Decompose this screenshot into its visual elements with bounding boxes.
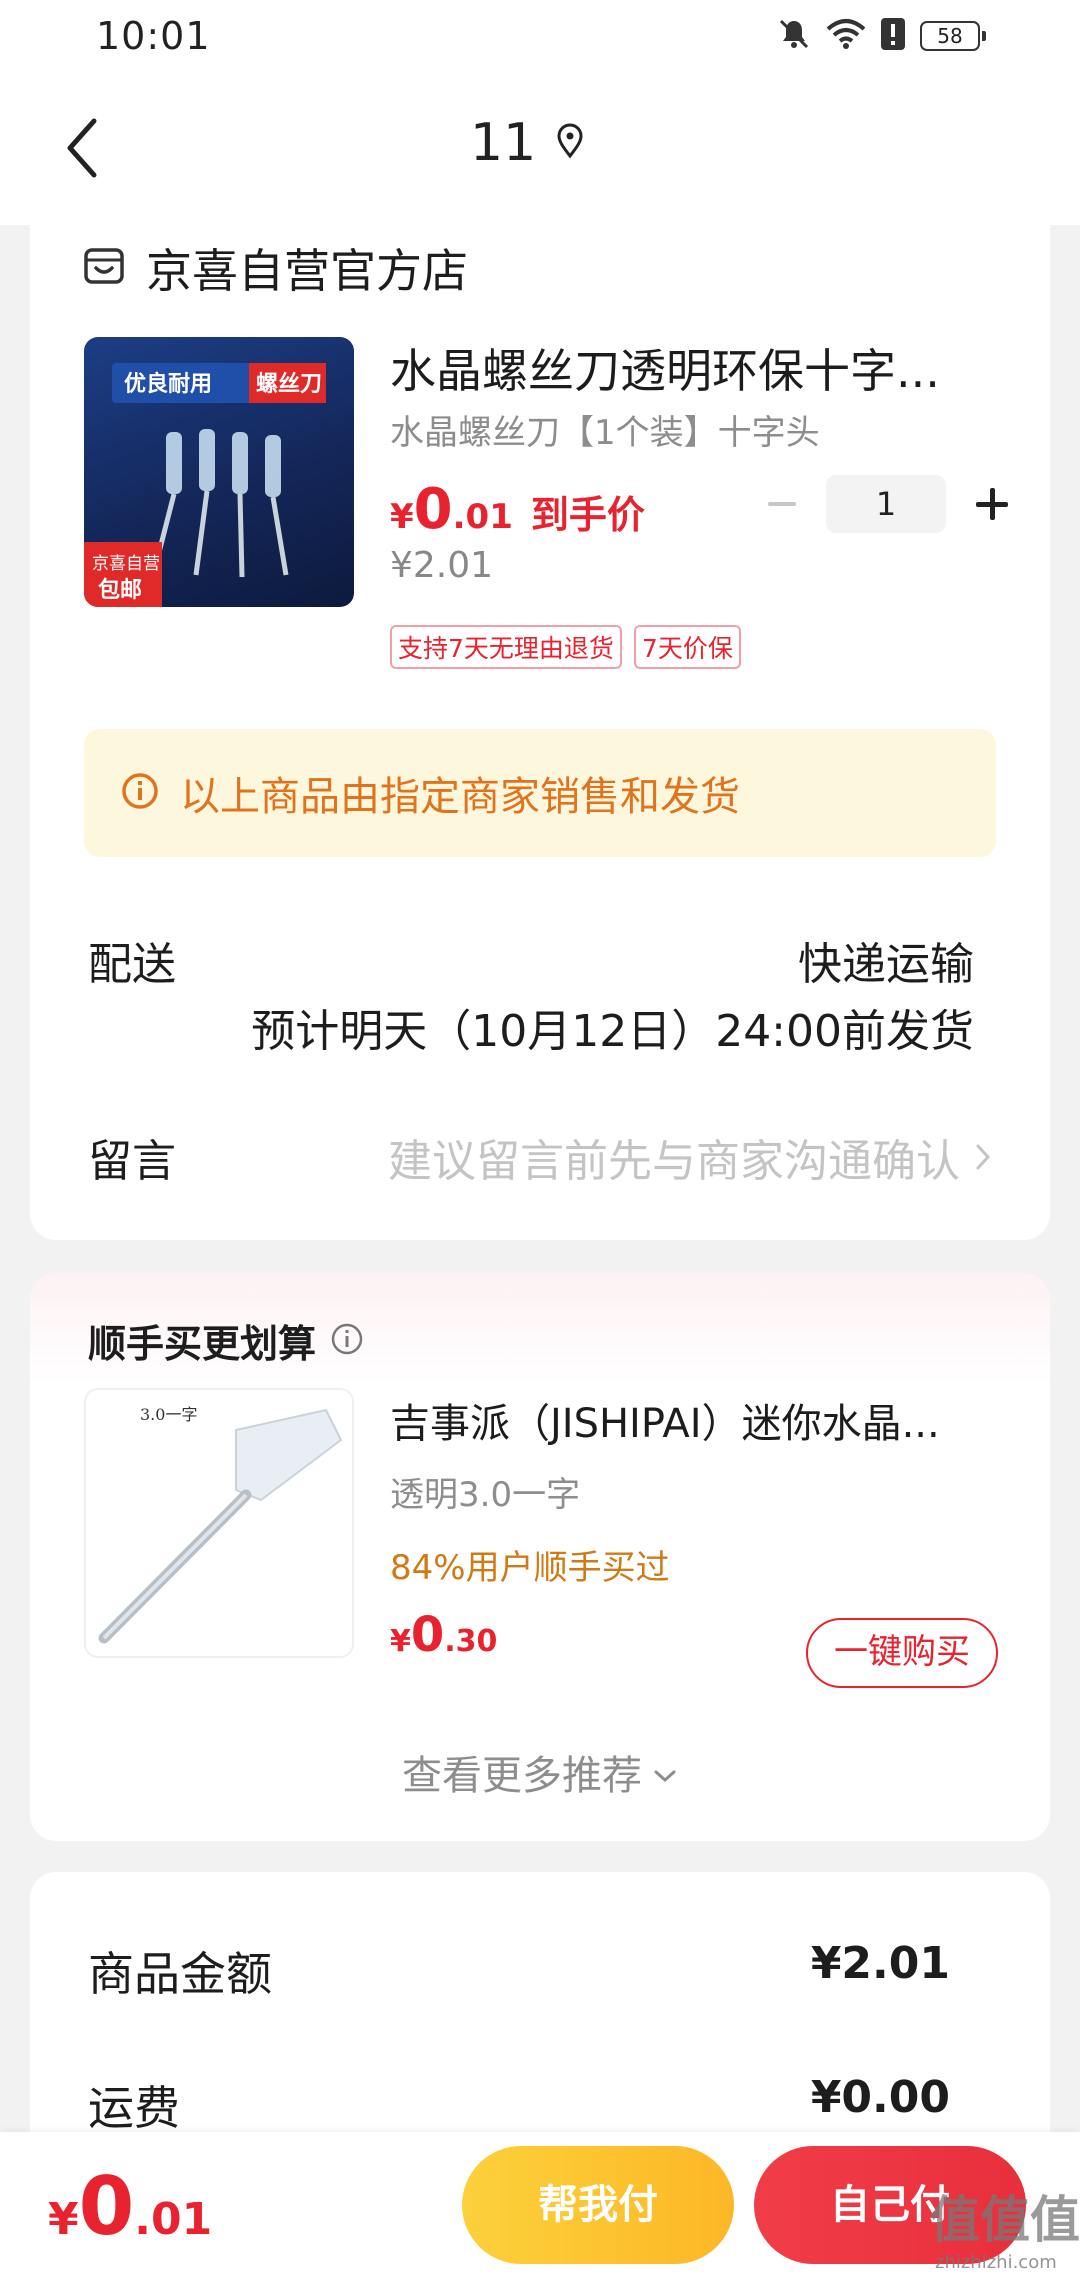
watermark-url: zhizhizhi.com xyxy=(935,2252,1057,2273)
page-title: 11 xyxy=(470,113,537,173)
price-symbol: ¥ xyxy=(390,497,414,537)
total-symbol: ¥ xyxy=(48,2194,79,2245)
goods-amount-label: 商品金额 xyxy=(88,1947,272,2001)
seller-notice: 以上商品由指定商家销售和发货 xyxy=(84,729,996,857)
wifi-icon xyxy=(826,17,866,55)
checkout-bar: ¥ 0 .01 帮我付 自己付 xyxy=(0,2132,1080,2280)
recommend-header: 顺手买更划算 xyxy=(88,1313,364,1368)
recommend-price: ¥ 0 .30 xyxy=(390,1607,497,1663)
price-integer: 0 xyxy=(413,477,453,542)
order-card: 京喜自营官方店 优良耐用 螺丝刀 京喜自营 包邮 水晶螺丝刀透明环保十字... … xyxy=(30,215,1050,1240)
service-tags: 支持7天无理由退货 7天价保 xyxy=(390,625,741,669)
quantity-plus-button[interactable] xyxy=(968,480,1016,528)
product-spec: 水晶螺丝刀【1个装】十字头 xyxy=(390,413,820,453)
total-price: ¥ 0 .01 xyxy=(48,2160,212,2253)
total-decimal: .01 xyxy=(134,2194,213,2245)
header: 11 xyxy=(0,75,1080,225)
total-integer: 0 xyxy=(78,2160,135,2253)
delivery-estimate: 预计明天（10月12日）24:00前发货 xyxy=(251,1006,974,1057)
more-recommend-label: 查看更多推荐 xyxy=(402,1753,642,1799)
recommend-social: 84%用户顺手买过 xyxy=(390,1548,670,1588)
message-placeholder: 建议留言前先与商家沟通确认 xyxy=(388,1136,960,1187)
recommend-price-symbol: ¥ xyxy=(390,1624,411,1659)
battery-icon: 58 xyxy=(920,21,986,51)
info-icon xyxy=(120,771,160,815)
shipping-fee-value: ¥0.00 xyxy=(810,2072,950,2123)
recommend-spec: 透明3.0一字 xyxy=(390,1475,581,1515)
price-tag: 到手价 xyxy=(530,493,645,537)
store-name: 京喜自营官方店 xyxy=(146,244,468,298)
product-banner-right: 螺丝刀 xyxy=(256,371,322,397)
status-time: 10:01 xyxy=(96,14,211,58)
recommend-name[interactable]: 吉事派（JISHIPAI）迷你水晶... xyxy=(390,1391,990,1449)
status-bar: 10:01 58 xyxy=(0,0,1080,75)
original-price: ¥2.01 xyxy=(390,545,494,586)
store-icon xyxy=(82,244,126,292)
goods-amount-value: ¥2.01 xyxy=(810,1938,950,1989)
chevron-right-icon xyxy=(974,1132,992,1183)
status-icons: 58 xyxy=(776,14,986,58)
delivery-method[interactable]: 快递运输 xyxy=(798,928,974,992)
recommend-card: 顺手买更划算 3.0一字 吉事派（JISHIPAI）迷你水晶... 透明3.0一… xyxy=(30,1273,1050,1841)
header-title-group[interactable]: 11 xyxy=(470,113,586,173)
recommend-image-label: 3.0一字 xyxy=(140,1405,197,1424)
tag-return: 支持7天无理由退货 xyxy=(390,625,622,669)
message-label: 留言 xyxy=(88,1136,176,1187)
message-field[interactable]: 建议留言前先与商家沟通确认 xyxy=(388,1125,992,1189)
more-recommend-link[interactable]: 查看更多推荐 xyxy=(30,1743,1050,1801)
recommend-price-integer: 0 xyxy=(410,1607,445,1663)
recommend-title: 顺手买更划算 xyxy=(88,1322,317,1366)
product-image[interactable]: 优良耐用 螺丝刀 京喜自营 包邮 xyxy=(84,337,354,607)
help-pay-button[interactable]: 帮我付 xyxy=(462,2146,734,2264)
quantity-stepper: 1 xyxy=(760,475,1016,533)
price-decimal: .01 xyxy=(452,497,513,537)
product-badge-top: 京喜自营 xyxy=(92,554,160,574)
tag-price-protect: 7天价保 xyxy=(633,625,741,669)
mute-bell-icon xyxy=(776,16,812,56)
delivery-label: 配送 xyxy=(88,939,176,990)
store-row[interactable]: 京喜自营官方店 xyxy=(82,235,468,301)
info-icon[interactable] xyxy=(330,1322,364,1360)
product-price: ¥ 0 .01 到手价 xyxy=(390,477,645,542)
shipping-fee-label: 运费 xyxy=(88,2081,180,2135)
quantity-value[interactable]: 1 xyxy=(826,475,946,533)
one-click-buy-button[interactable]: 一键购买 xyxy=(806,1618,998,1688)
quantity-minus-button[interactable] xyxy=(760,482,804,526)
recommend-image[interactable]: 3.0一字 xyxy=(84,1388,354,1658)
alert-icon xyxy=(880,17,906,55)
back-button[interactable] xyxy=(58,113,108,183)
product-title[interactable]: 水晶螺丝刀透明环保十字... xyxy=(390,335,990,401)
location-icon xyxy=(554,123,586,163)
product-badge-bottom: 包邮 xyxy=(98,577,142,603)
notice-text: 以上商品由指定商家销售和发货 xyxy=(180,774,740,820)
recommend-price-decimal: .30 xyxy=(444,1624,498,1659)
chevron-down-icon xyxy=(652,1749,678,1795)
product-banner-left: 优良耐用 xyxy=(124,371,212,397)
back-icon xyxy=(67,118,97,178)
